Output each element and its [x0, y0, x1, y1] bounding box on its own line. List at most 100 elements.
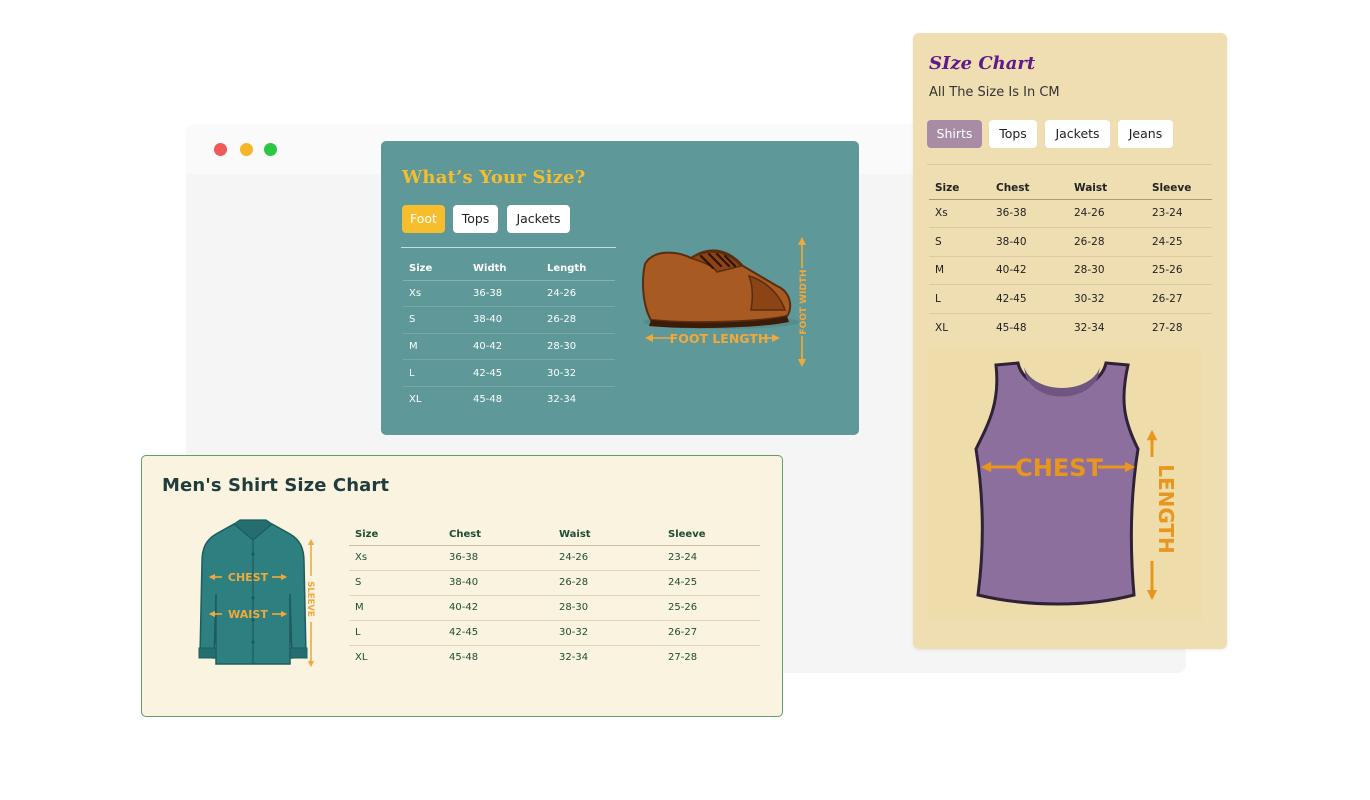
length-cell: 30-32: [547, 359, 615, 387]
size-cell: S: [929, 227, 996, 257]
sleeve-cell: 27-28: [1152, 321, 1183, 334]
waist-cell: 24-26: [1074, 199, 1152, 228]
shirt-icon: CHEST WAIST SLEEVE: [198, 519, 315, 668]
table-row: M 40-42 28-30: [403, 333, 615, 361]
size-cell: L: [403, 359, 473, 387]
chest-cell: 42-45: [996, 284, 1074, 314]
table-row: S 38-40 26-28: [403, 306, 615, 334]
tab-jeans[interactable]: Jeans: [1118, 120, 1173, 148]
size-chart-card: SIze Chart All The Size Is In CM Shirts …: [913, 33, 1227, 649]
size-cell: M: [929, 256, 996, 285]
column-header-size: Size: [349, 525, 449, 546]
sleeve-cell: 26-27: [1152, 284, 1212, 314]
column-header-sleeve: Sleeve: [1152, 177, 1212, 200]
shirt-chest-label: CHEST: [228, 571, 269, 584]
divider: [927, 164, 1212, 165]
table-row: Xs 36-38 24-26: [403, 280, 615, 308]
column-header-chest: Chest: [449, 525, 559, 546]
shirt-sleeve-label: SLEEVE: [305, 581, 315, 617]
size-chart-title: SIze Chart: [929, 53, 1036, 74]
table-row: S 38-40 26-28 24-25: [929, 227, 1212, 257]
length-cell: 26-28: [547, 306, 615, 334]
size-cell: M: [349, 595, 449, 621]
width-cell: 40-42: [473, 333, 547, 361]
mens-shirt-size-card: Men's Shirt Size Chart CHEST WAIST SLEEV…: [141, 455, 783, 717]
table-header-row: Size Chest Waist Sleeve: [349, 525, 760, 546]
foot-card-title: What’s Your Size?: [402, 167, 586, 188]
tab-tops[interactable]: Tops: [453, 205, 498, 233]
table-header-row: Size Chest Waist Sleeve: [929, 177, 1212, 200]
foot-length-label: FOOT LENGTH: [670, 331, 769, 346]
tank-length-label: LENGTH: [1154, 464, 1178, 554]
tab-shirts[interactable]: Shirts: [927, 120, 982, 148]
chest-cell: 36-38: [996, 199, 1074, 228]
column-header-waist: Waist: [1074, 177, 1152, 200]
chest-cell: 38-40: [996, 227, 1074, 257]
size-cell: S: [403, 306, 473, 334]
waist-cell: 24-26: [559, 545, 668, 571]
table-row: Xs 36-38 24-26 23-24: [349, 545, 760, 571]
foot-width-label: FOOT WIDTH: [799, 269, 809, 334]
table-row: M 40-42 28-30 25-26: [929, 256, 1212, 285]
table-row: L 42-45 30-32 26-27: [349, 620, 760, 646]
table-row: M 40-42 28-30 25-26: [349, 595, 760, 621]
shirt-waist-label: WAIST: [228, 608, 268, 621]
table-row: L 42-45 30-32: [403, 359, 615, 387]
waist-cell: 28-30: [1074, 256, 1152, 285]
sleeve-cell: 25-26: [1152, 256, 1212, 285]
sleeve-cell: 23-24: [668, 545, 760, 571]
column-header-chest: Chest: [996, 177, 1074, 200]
sleeve-cell: 26-27: [668, 620, 760, 646]
table-row: XL 45-48 32-34 27-28: [349, 645, 760, 670]
size-cell: Xs: [929, 199, 996, 228]
chest-cell: 38-40: [449, 570, 559, 596]
waist-cell: 26-28: [559, 570, 668, 596]
size-cell: XL: [409, 394, 422, 406]
minimize-window-button[interactable]: [240, 143, 253, 156]
width-cell: 45-48: [473, 394, 503, 406]
tab-foot[interactable]: Foot: [402, 205, 445, 233]
column-header-sleeve: Sleeve: [668, 525, 760, 546]
tab-jackets[interactable]: Jackets: [1045, 120, 1110, 148]
tab-tops[interactable]: Tops: [989, 120, 1037, 148]
table-row: Xs 36-38 24-26 23-24: [929, 199, 1212, 228]
shirt-card-title: Men's Shirt Size Chart: [162, 475, 390, 496]
sleeve-cell: 24-25: [1152, 227, 1212, 257]
shirt-size-table: Size Chest Waist Sleeve Xs 36-38 24-26 23-2…: [349, 525, 760, 670]
sleeve-cell: 25-26: [668, 595, 760, 621]
size-cell: Xs: [349, 545, 449, 571]
waist-cell: 30-32: [559, 620, 668, 646]
waist-cell: 28-30: [559, 595, 668, 621]
length-cell: 24-26: [547, 280, 615, 308]
column-header-length: Length: [547, 258, 615, 281]
width-cell: 38-40: [473, 306, 547, 334]
divider: [401, 247, 616, 248]
chest-cell: 45-48: [449, 652, 479, 664]
size-chart-table: Size Chest Waist Sleeve Xs 36-38 24-26 23-2…: [929, 177, 1212, 342]
size-cell: XL: [355, 652, 368, 664]
close-window-button[interactable]: [214, 143, 227, 156]
table-row: S 38-40 26-28 24-25: [349, 570, 760, 596]
table-row: L 42-45 30-32 26-27: [929, 284, 1212, 314]
width-cell: 36-38: [473, 280, 547, 308]
width-cell: 42-45: [473, 359, 547, 387]
size-chart-subtitle: All The Size Is In CM: [929, 85, 1060, 100]
shoe-icon: FOOT LENGTH FOOT WIDTH: [642, 237, 809, 367]
size-cell: XL: [935, 321, 949, 334]
maximize-window-button[interactable]: [264, 143, 277, 156]
waist-cell: 32-34: [1074, 321, 1105, 334]
size-cell: M: [403, 333, 473, 361]
length-cell: 28-30: [547, 333, 615, 361]
size-cell: L: [349, 620, 449, 646]
column-header-size: Size: [403, 258, 473, 281]
tab-jackets[interactable]: Jackets: [507, 205, 570, 233]
size-cell: S: [349, 570, 449, 596]
column-header-size: Size: [929, 177, 996, 200]
column-header-width: Width: [473, 258, 547, 281]
size-cell: L: [929, 284, 996, 314]
foot-size-card: What’s Your Size? Foot Tops Jackets Size…: [381, 141, 859, 435]
chest-cell: 40-42: [996, 256, 1074, 285]
chest-cell: 40-42: [449, 595, 559, 621]
chest-cell: 42-45: [449, 620, 559, 646]
table-row: XL 45-48 32-34: [403, 386, 615, 413]
